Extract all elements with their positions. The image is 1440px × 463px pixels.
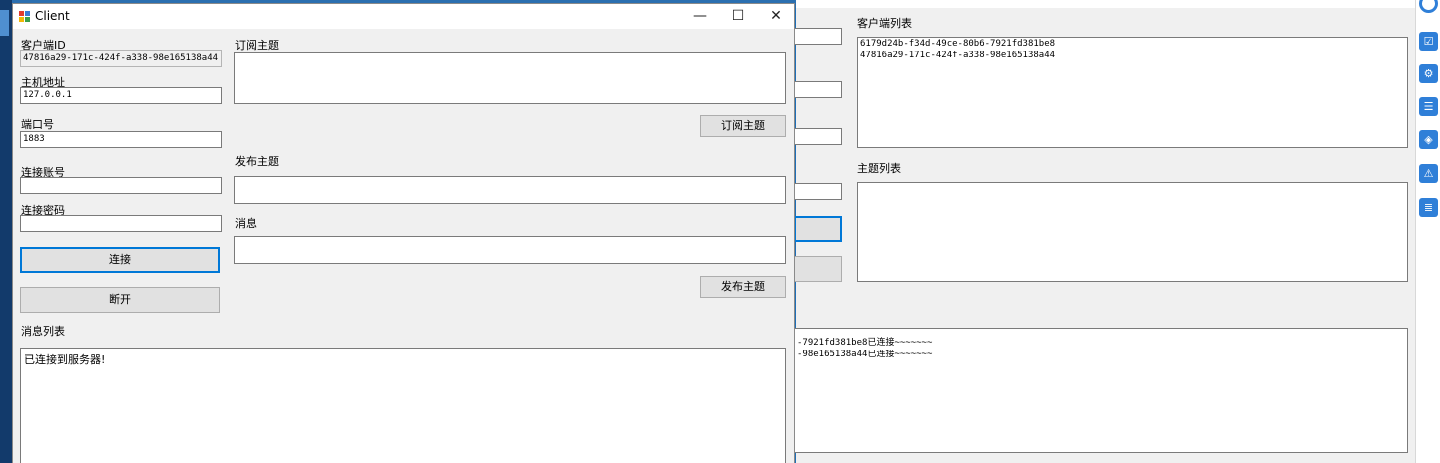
subscribe-button[interactable]: 订阅主题 [700,115,786,137]
server-window: 客户端列表 6179d24b-f34d-49ce-80b6-7921fd381b… [794,0,1415,463]
port-input[interactable]: 1883 [20,131,222,148]
subscribe-topic-label: 订阅主题 [235,39,279,52]
server-start-button[interactable] [794,216,842,242]
client-id-field: 47816a29-171c-424f-a338-98e165138a44 [20,50,222,67]
minimize-icon[interactable]: — [681,4,719,29]
server-field-1[interactable] [794,28,842,45]
app-icon [19,11,30,22]
tool-dock: ☑ ⚙ ☰ ◈ ⚠ ≣ [1415,0,1440,463]
close-icon[interactable]: ✕ [757,4,794,29]
server-stop-button[interactable] [794,256,842,282]
server-log-box[interactable]: -7921fd381be8已连接~~~~~~~ -98e165138a44已连接… [794,328,1408,453]
list-icon[interactable]: ☰ [1419,97,1438,116]
window-title: Client [35,9,70,23]
account-input[interactable] [20,177,222,194]
settings-icon[interactable]: ⚙ [1419,64,1438,83]
maximize-icon[interactable]: ☐ [719,4,757,29]
port-label: 端口号 [21,118,54,131]
title-bar[interactable]: Client — ☐ ✕ [13,4,794,29]
client-list-item[interactable]: 47816a29-171c-424f-a338-98e165138a44 [858,51,1407,62]
message-list-label: 消息列表 [21,325,65,338]
server-field-2[interactable] [794,81,842,98]
publish-topic-label: 发布主题 [235,155,279,168]
client-list-box[interactable]: 6179d24b-f34d-49ce-80b6-7921fd381be8 478… [857,37,1408,148]
disconnect-button[interactable]: 断开 [20,287,220,313]
message-label: 消息 [235,217,257,230]
server-log-line: -7921fd381be8已连接~~~~~~~ [797,338,933,348]
layers-icon[interactable]: ◈ [1419,130,1438,149]
subscribe-topic-input[interactable] [234,52,786,104]
warning-icon[interactable]: ⚠ [1419,164,1438,183]
message-list-item: 已连接到服务器! [24,353,106,366]
desktop-icon[interactable] [0,10,9,36]
client-list-item[interactable]: 6179d24b-f34d-49ce-80b6-7921fd381be8 [858,38,1407,51]
desktop-left-strip [0,0,12,463]
checklist-icon[interactable]: ☑ [1419,32,1438,51]
connect-button[interactable]: 连接 [20,247,220,273]
topic-list-box[interactable] [857,182,1408,282]
message-list-box[interactable]: 已连接到服务器! [20,348,786,463]
doc-settings-icon[interactable]: ≣ [1419,198,1438,217]
topic-list-label: 主题列表 [857,162,901,175]
server-log-line: -98e165138a44已连接~~~~~~~ [797,350,933,359]
server-field-3[interactable] [794,128,842,145]
host-input[interactable]: 127.0.0.1 [20,87,222,104]
publish-topic-input[interactable] [234,176,786,204]
client-list-label: 客户端列表 [857,17,912,30]
password-input[interactable] [20,215,222,232]
publish-button[interactable]: 发布主题 [700,276,786,298]
client-window: Client — ☐ ✕ 客户端ID 47816a29-171c-424f-a3… [12,3,795,463]
gear-icon[interactable] [1419,0,1438,13]
server-field-4[interactable] [794,183,842,200]
message-input[interactable] [234,236,786,264]
